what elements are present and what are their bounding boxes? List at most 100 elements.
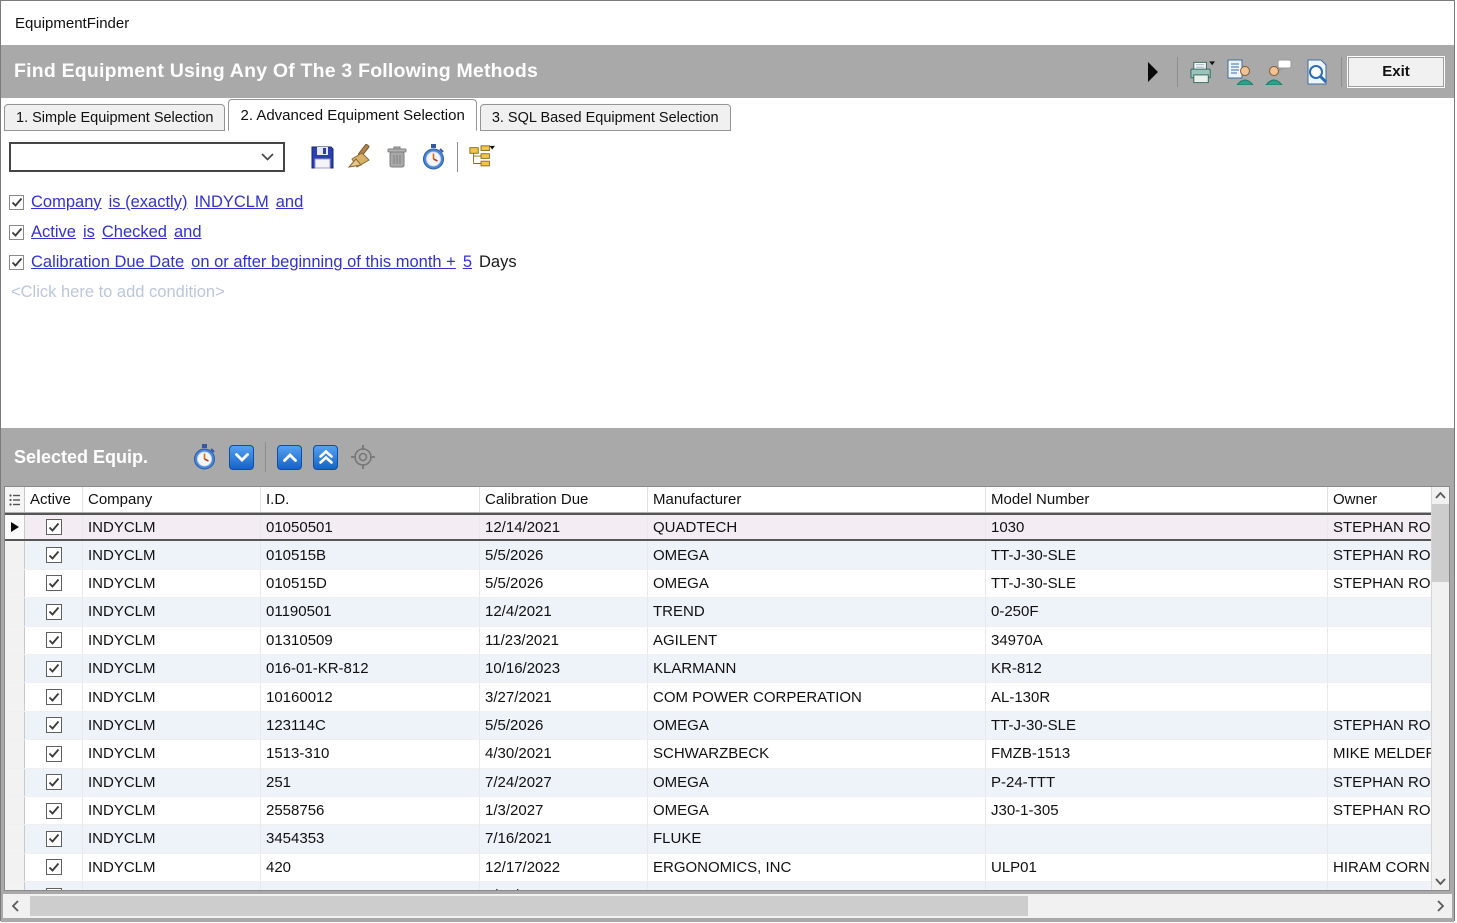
broom-icon[interactable]: [346, 144, 373, 171]
horizontal-scrollbar[interactable]: [3, 894, 1452, 918]
row-selector[interactable]: [5, 797, 25, 824]
query-tree-icon[interactable]: [468, 144, 495, 171]
tab-advanced-equipment-selection[interactable]: 2. Advanced Equipment Selection: [228, 99, 476, 131]
vertical-scrollbar[interactable]: [1431, 487, 1449, 890]
condition-row: Company is (exactly) INDYCLM and: [9, 187, 1454, 217]
condition-link[interactable]: and: [174, 223, 202, 242]
check-down-button[interactable]: [229, 445, 254, 470]
active-checkbox[interactable]: [46, 519, 62, 535]
save-icon[interactable]: [309, 144, 336, 171]
condition-checkbox[interactable]: [9, 255, 24, 270]
move-top-button[interactable]: [313, 445, 338, 470]
saved-query-combobox[interactable]: [9, 142, 285, 172]
table-row[interactable]: INDYCLM016-01-KR-81210/16/2023KLARMANNKR…: [5, 655, 1431, 683]
table-row[interactable]: INDYCLM25587561/3/2027OMEGAJ30-1-305STEP…: [5, 797, 1431, 825]
exit-button[interactable]: Exit: [1348, 57, 1444, 87]
condition-checkbox[interactable]: [9, 225, 24, 240]
active-checkbox[interactable]: [46, 604, 62, 620]
row-selector[interactable]: [5, 854, 25, 881]
move-up-button[interactable]: [277, 445, 302, 470]
row-selector[interactable]: [5, 655, 25, 682]
horizontal-scroll-thumb[interactable]: [30, 896, 1028, 916]
active-checkbox[interactable]: [46, 746, 62, 762]
row-selector[interactable]: [5, 882, 25, 890]
condition-link[interactable]: on or after beginning of this month +: [191, 253, 456, 272]
doc-search-icon[interactable]: [1303, 58, 1330, 85]
table-row[interactable]: INDYCLM0119050112/4/2021TREND0-250F: [5, 598, 1431, 626]
table-row[interactable]: INDYCLM42012/17/2022ERGONOMICS, INCULP01…: [5, 854, 1431, 882]
user-chat-icon[interactable]: [1265, 58, 1292, 85]
row-selector[interactable]: [5, 570, 25, 597]
active-checkbox[interactable]: [46, 859, 62, 875]
table-row[interactable]: INDYCLM123114C5/5/2026OMEGATT-J-30-SLEST…: [5, 712, 1431, 740]
row-selector[interactable]: [5, 825, 25, 852]
table-row[interactable]: INDYCLM010515B5/5/2026OMEGATT-J-30-SLEST…: [5, 541, 1431, 569]
active-checkbox[interactable]: [46, 831, 62, 847]
active-checkbox[interactable]: [46, 632, 62, 648]
scroll-up-icon[interactable]: [1432, 487, 1449, 504]
cell-company: INDYCLM: [83, 882, 261, 890]
table-row[interactable]: INDYCLM101600123/27/2021COM POWER CORPER…: [5, 683, 1431, 711]
condition-link[interactable]: Checked: [102, 223, 167, 242]
table-row[interactable]: INDYCLM34543537/16/2021FLUKE: [5, 825, 1431, 853]
active-checkbox[interactable]: [46, 575, 62, 591]
user-report-icon[interactable]: [1227, 58, 1254, 85]
column-header-company[interactable]: Company: [83, 487, 261, 512]
condition-link[interactable]: Active: [31, 223, 76, 242]
scroll-down-icon[interactable]: [1432, 873, 1449, 890]
cell-model: TT-J-30-SLE: [986, 541, 1328, 568]
column-header-owner[interactable]: Owner: [1328, 487, 1431, 512]
grid-properties-icon[interactable]: [5, 487, 25, 512]
current-row-marker[interactable]: [5, 515, 25, 539]
vertical-scroll-thumb[interactable]: [1432, 504, 1449, 582]
row-selector[interactable]: [5, 541, 25, 568]
row-selector[interactable]: [5, 627, 25, 654]
column-header-model-number[interactable]: Model Number: [986, 487, 1328, 512]
active-checkbox[interactable]: [46, 689, 62, 705]
active-checkbox[interactable]: [46, 774, 62, 790]
column-header-manufacturer[interactable]: Manufacturer: [648, 487, 986, 512]
row-selector[interactable]: [5, 740, 25, 767]
active-checkbox[interactable]: [46, 803, 62, 819]
tab-simple-equipment-selection[interactable]: 1. Simple Equipment Selection: [4, 104, 225, 131]
condition-link[interactable]: is: [83, 223, 95, 242]
crosshair-icon[interactable]: [349, 444, 376, 471]
table-row[interactable]: INDYCLM010515D5/5/2026OMEGATT-J-30-SLEST…: [5, 570, 1431, 598]
table-row[interactable]: INDYCLM0131050911/23/2021AGILENT34970A: [5, 627, 1431, 655]
condition-link[interactable]: INDYCLM: [194, 193, 268, 212]
column-header-i-d[interactable]: I.D.: [261, 487, 480, 512]
trash-icon[interactable]: [383, 144, 410, 171]
chevron-down-icon[interactable]: [261, 148, 274, 166]
table-row[interactable]: INDYCLM0170-3307/24/2021SCHWARZBECKHX701…: [5, 882, 1431, 890]
add-condition-link[interactable]: <Click here to add condition>: [11, 277, 1454, 307]
tab-sql-based-equipment-selection[interactable]: 3. SQL Based Equipment Selection: [480, 104, 731, 131]
column-header-active[interactable]: Active: [25, 487, 83, 512]
active-checkbox[interactable]: [46, 547, 62, 563]
condition-link[interactable]: is (exactly): [109, 193, 188, 212]
table-row[interactable]: INDYCLM0105050112/14/2021QUADTECH1030STE…: [5, 513, 1431, 541]
row-selector[interactable]: [5, 769, 25, 796]
stopwatch-icon[interactable]: [191, 444, 218, 471]
toolbar-separator: [1341, 57, 1342, 87]
printer-icon[interactable]: [1189, 58, 1216, 85]
condition-link[interactable]: Calibration Due Date: [31, 253, 184, 272]
cell-company: INDYCLM: [83, 655, 261, 682]
active-checkbox[interactable]: [46, 661, 62, 677]
condition-link[interactable]: and: [276, 193, 304, 212]
scroll-left-icon[interactable]: [3, 894, 27, 918]
column-header-calibration-due[interactable]: Calibration Due: [480, 487, 648, 512]
table-row[interactable]: INDYCLM1513-3104/30/2021SCHWARZBECKFMZB-…: [5, 740, 1431, 768]
active-checkbox[interactable]: [46, 888, 62, 890]
condition-checkbox[interactable]: [9, 195, 24, 210]
row-selector[interactable]: [5, 598, 25, 625]
active-checkbox[interactable]: [46, 717, 62, 733]
play-icon[interactable]: [1139, 58, 1166, 85]
scroll-right-icon[interactable]: [1428, 894, 1452, 918]
row-selector[interactable]: [5, 712, 25, 739]
condition-link[interactable]: Company: [31, 193, 102, 212]
row-selector[interactable]: [5, 683, 25, 710]
stopwatch-icon[interactable]: [420, 144, 447, 171]
cell-company: INDYCLM: [83, 515, 261, 539]
table-row[interactable]: INDYCLM2517/24/2027OMEGAP-24-TTTSTEPHAN …: [5, 769, 1431, 797]
condition-link[interactable]: 5: [463, 253, 472, 272]
